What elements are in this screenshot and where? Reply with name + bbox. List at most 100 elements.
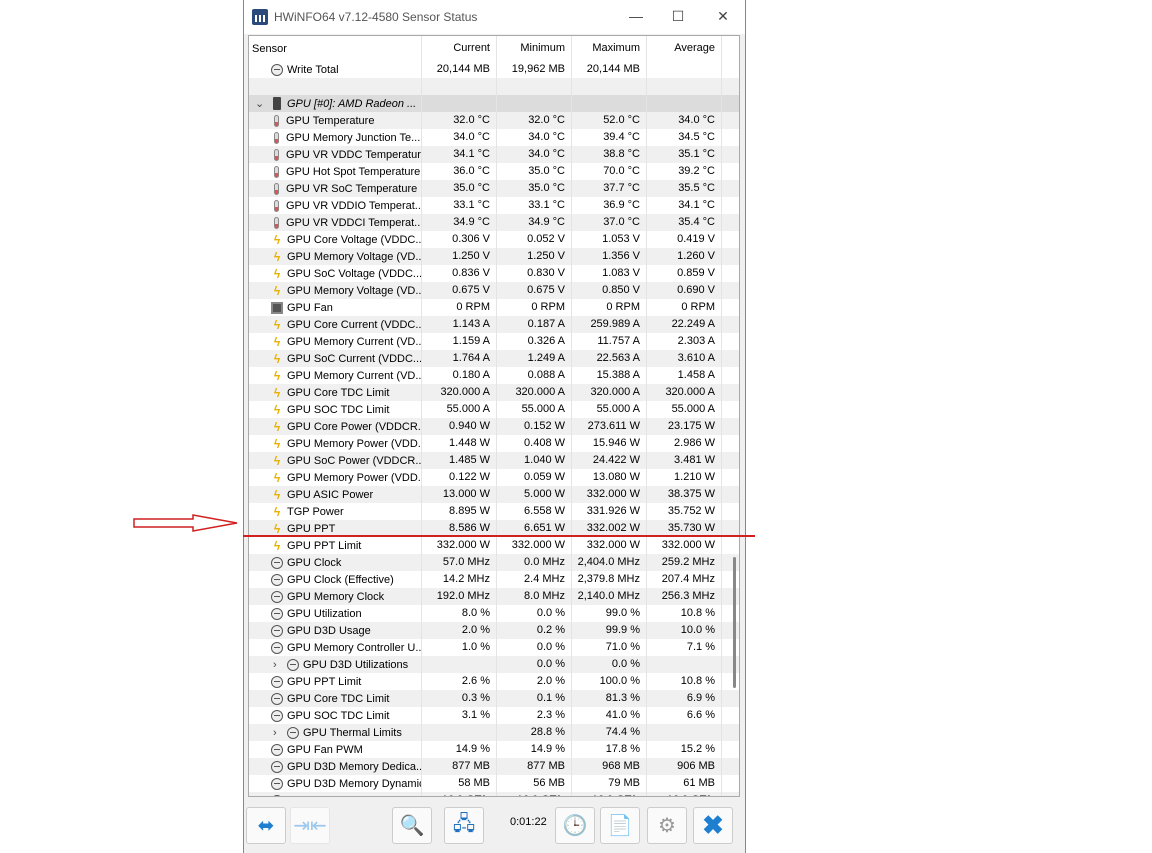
current-value <box>422 656 497 673</box>
hwinfo-window: HWiNFO64 v7.12-4580 Sensor Status — ☐ ✕ … <box>243 0 746 853</box>
column-header-minimum[interactable]: Minimum <box>497 36 572 61</box>
table-row[interactable]: GPU Temperature 32.0 °C 32.0 °C 52.0 °C 34.0… <box>249 112 739 129</box>
table-row[interactable]: ϟ GPU PPT Limit 332.000 W 332.000 W 332.000 … <box>249 537 739 554</box>
table-row[interactable]: GPU Utilization 8.0 % 0.0 % 99.0 % 10.8 % <box>249 605 739 622</box>
maximum-value: 99.0 % <box>572 605 647 622</box>
table-row[interactable]: ϟ GPU Memory Voltage (VD... 1.250 V 1.250 V… <box>249 248 739 265</box>
table-row[interactable]: GPU SOC TDC Limit 3.1 % 2.3 % 41.0 % 6.6 % <box>249 707 739 724</box>
table-row[interactable]: PCIe Link Speed16.0 GT/s16.0 GT/s16.0 GT… <box>249 792 739 796</box>
table-row[interactable]: ϟ GPU SoC Power (VDDCR... 1.485 W 1.040 W 24… <box>249 452 739 469</box>
sensor-label: GPU Clock <box>287 556 342 569</box>
table-row[interactable]: › GPU D3D Utilizations 0.0 % 0.0 % <box>249 656 739 673</box>
chevron-right-icon[interactable]: › <box>273 727 285 739</box>
table-row[interactable]: GPU D3D Memory Dedica... 877 MB 877 MB 968 … <box>249 758 739 775</box>
current-value <box>422 95 497 112</box>
table-row[interactable]: ϟ GPU Core TDC Limit 320.000 A 320.000 A 320… <box>249 384 739 401</box>
table-row[interactable]: ϟ GPU Core Power (VDDCR... 0.940 W 0.152 W2… <box>249 418 739 435</box>
current-value: 0.122 W <box>422 469 497 486</box>
clock-icon <box>271 794 283 796</box>
minimum-value: 0.2 % <box>497 622 572 639</box>
table-row[interactable]: ϟ GPU Memory Power (VDD... 1.448 W 0.408 W1… <box>249 435 739 452</box>
table-row[interactable]: GPU VR SoC Temperature 35.0 °C 35.0 °C 37.7… <box>249 180 739 197</box>
minimize-button[interactable]: — <box>626 8 646 24</box>
minimum-value: 0.059 W <box>497 469 572 486</box>
current-value: 0.306 V <box>422 231 497 248</box>
sensor-label: GPU VR SoC Temperature <box>286 182 418 195</box>
table-row[interactable]: GPU Fan PWM 14.9 % 14.9 % 17.8 % 15.2 % <box>249 741 739 758</box>
sensor-label: GPU Clock (Effective) <box>287 573 394 586</box>
table-row[interactable]: GPU Clock (Effective) 14.2 MHz 2.4 MHz 2,37… <box>249 571 739 588</box>
maximum-value: 24.422 W <box>572 452 647 469</box>
collapse-columns-button[interactable]: ⇥⇤ <box>290 807 330 844</box>
settings-button[interactable]: ⚙ <box>647 807 687 844</box>
table-row[interactable]: GPU D3D Usage 2.0 % 0.2 % 99.9 % 10.0 % <box>249 622 739 639</box>
current-value: 0 RPM <box>422 299 497 316</box>
minimum-value: 877 MB <box>497 758 572 775</box>
current-value: 2.6 % <box>422 673 497 690</box>
lightning-icon: ϟ <box>273 334 281 349</box>
table-row[interactable]: GPU VR VDDIO Temperat... 33.1 °C 33.1 °C 36… <box>249 197 739 214</box>
clock-icon <box>271 590 283 603</box>
table-row[interactable]: ϟ GPU Core Voltage (VDDC... 0.306 V 0.052 V… <box>249 231 739 248</box>
column-header-maximum[interactable]: Maximum <box>572 36 647 61</box>
table-row[interactable] <box>249 78 739 95</box>
minimum-value: 0.0 MHz <box>497 554 572 571</box>
maximum-value: 15.388 A <box>572 367 647 384</box>
table-row[interactable]: GPU Memory Junction Te... 34.0 °C 34.0 °C 3… <box>249 129 739 146</box>
close-sensors-button[interactable]: ✖ <box>693 807 733 844</box>
sensor-name-cell: GPU Clock <box>249 554 422 571</box>
sensor-name-cell: ϟ GPU Memory Voltage (VD... <box>249 282 422 299</box>
network-button[interactable]: 🖧 <box>444 807 484 844</box>
table-row[interactable]: ϟ GPU Memory Current (VD... 1.159 A 0.326 A… <box>249 333 739 350</box>
minimum-value: 0.675 V <box>497 282 572 299</box>
maximum-value: 55.000 A <box>572 401 647 418</box>
table-row[interactable]: ϟ GPU SOC TDC Limit 55.000 A 55.000 A 55.000… <box>249 401 739 418</box>
close-button[interactable]: ✕ <box>713 8 733 25</box>
table-row[interactable]: › GPU Thermal Limits 28.8 % 74.4 % <box>249 724 739 741</box>
current-value: 16.0 GT/s <box>422 792 497 796</box>
table-row[interactable]: GPU VR VDDCI Temperat... 34.9 °C 34.9 °C 37… <box>249 214 739 231</box>
table-row[interactable]: GPU Fan 0 RPM 0 RPM 0 RPM 0 RPM <box>249 299 739 316</box>
maximum-value: 11.757 A <box>572 333 647 350</box>
current-value: 2.0 % <box>422 622 497 639</box>
average-value: 332.000 W <box>647 537 722 554</box>
table-row[interactable]: ϟ GPU Core Current (VDDC... 1.143 A 0.187 A… <box>249 316 739 333</box>
logging-button[interactable]: 📄 <box>600 807 640 844</box>
table-row[interactable]: GPU Hot Spot Temperature 36.0 °C 35.0 °C 70… <box>249 163 739 180</box>
vertical-scrollbar[interactable] <box>733 557 736 688</box>
table-row[interactable]: GPU Clock 57.0 MHz 0.0 MHz 2,404.0 MHz 259.2… <box>249 554 739 571</box>
table-row[interactable]: ϟ GPU SoC Voltage (VDDC... 0.836 V 0.830 V1… <box>249 265 739 282</box>
table-row[interactable]: GPU D3D Memory Dynamic 58 MB 56 MB 79 MB 61 … <box>249 775 739 792</box>
table-row[interactable]: ⌄ GPU [#0]: AMD Radeon ... <box>249 95 739 112</box>
table-row[interactable]: GPU Memory Clock 192.0 MHz 8.0 MHz 2,140.0 … <box>249 588 739 605</box>
sensor-search-button[interactable]: 🔍 <box>392 807 432 844</box>
table-row[interactable]: GPU Core TDC Limit 0.3 % 0.1 % 81.3 % 6.9 % <box>249 690 739 707</box>
maximum-value: 52.0 °C <box>572 112 647 129</box>
table-row[interactable]: ϟ GPU SoC Current (VDDC... 1.764 A 1.249 A2… <box>249 350 739 367</box>
column-header-current[interactable]: Current <box>422 36 497 61</box>
minimum-value: 5.000 W <box>497 486 572 503</box>
table-header: Sensor Current Minimum Maximum Average <box>249 36 739 61</box>
maximum-value: 100.0 % <box>572 673 647 690</box>
table-row[interactable]: ϟ GPU ASIC Power 13.000 W 5.000 W 332.000 W3… <box>249 486 739 503</box>
table-row[interactable]: GPU PPT Limit 2.6 % 2.0 % 100.0 % 10.8 % <box>249 673 739 690</box>
table-row[interactable]: ϟ GPU Memory Current (VD... 0.180 A 0.088 A… <box>249 367 739 384</box>
table-row[interactable]: ϟ GPU Memory Power (VDD... 0.122 W 0.059 W1… <box>249 469 739 486</box>
column-header-sensor[interactable]: Sensor <box>249 36 422 61</box>
table-row[interactable]: ϟ GPU Memory Voltage (VD... 0.675 V 0.675 V… <box>249 282 739 299</box>
expand-columns-button[interactable]: ⬌ <box>246 807 286 844</box>
chevron-down-icon[interactable]: ⌄ <box>255 97 267 110</box>
column-header-average[interactable]: Average <box>647 36 722 61</box>
sensor-name-cell: ϟ GPU Memory Power (VDD... <box>249 435 422 452</box>
table-row[interactable]: GPU VR VDDC Temperature 34.1 °C 34.0 °C 38.… <box>249 146 739 163</box>
chevron-right-icon[interactable]: › <box>273 659 285 671</box>
current-value: 1.250 V <box>422 248 497 265</box>
lightning-icon: ϟ <box>273 453 281 468</box>
clock-icon <box>271 556 283 569</box>
sensor-name-cell: GPU Core TDC Limit <box>249 690 422 707</box>
table-row[interactable]: Write Total 20,144 MB 19,962 MB 20,144 MB <box>249 61 739 78</box>
table-row[interactable]: GPU Memory Controller U... 1.0 % 0.0 % 71.0… <box>249 639 739 656</box>
table-row[interactable]: ϟ TGP Power 8.895 W 6.558 W 331.926 W 35.752 … <box>249 503 739 520</box>
maximize-button[interactable]: ☐ <box>668 8 688 25</box>
reset-clock-button[interactable]: 🕒 <box>555 807 595 844</box>
